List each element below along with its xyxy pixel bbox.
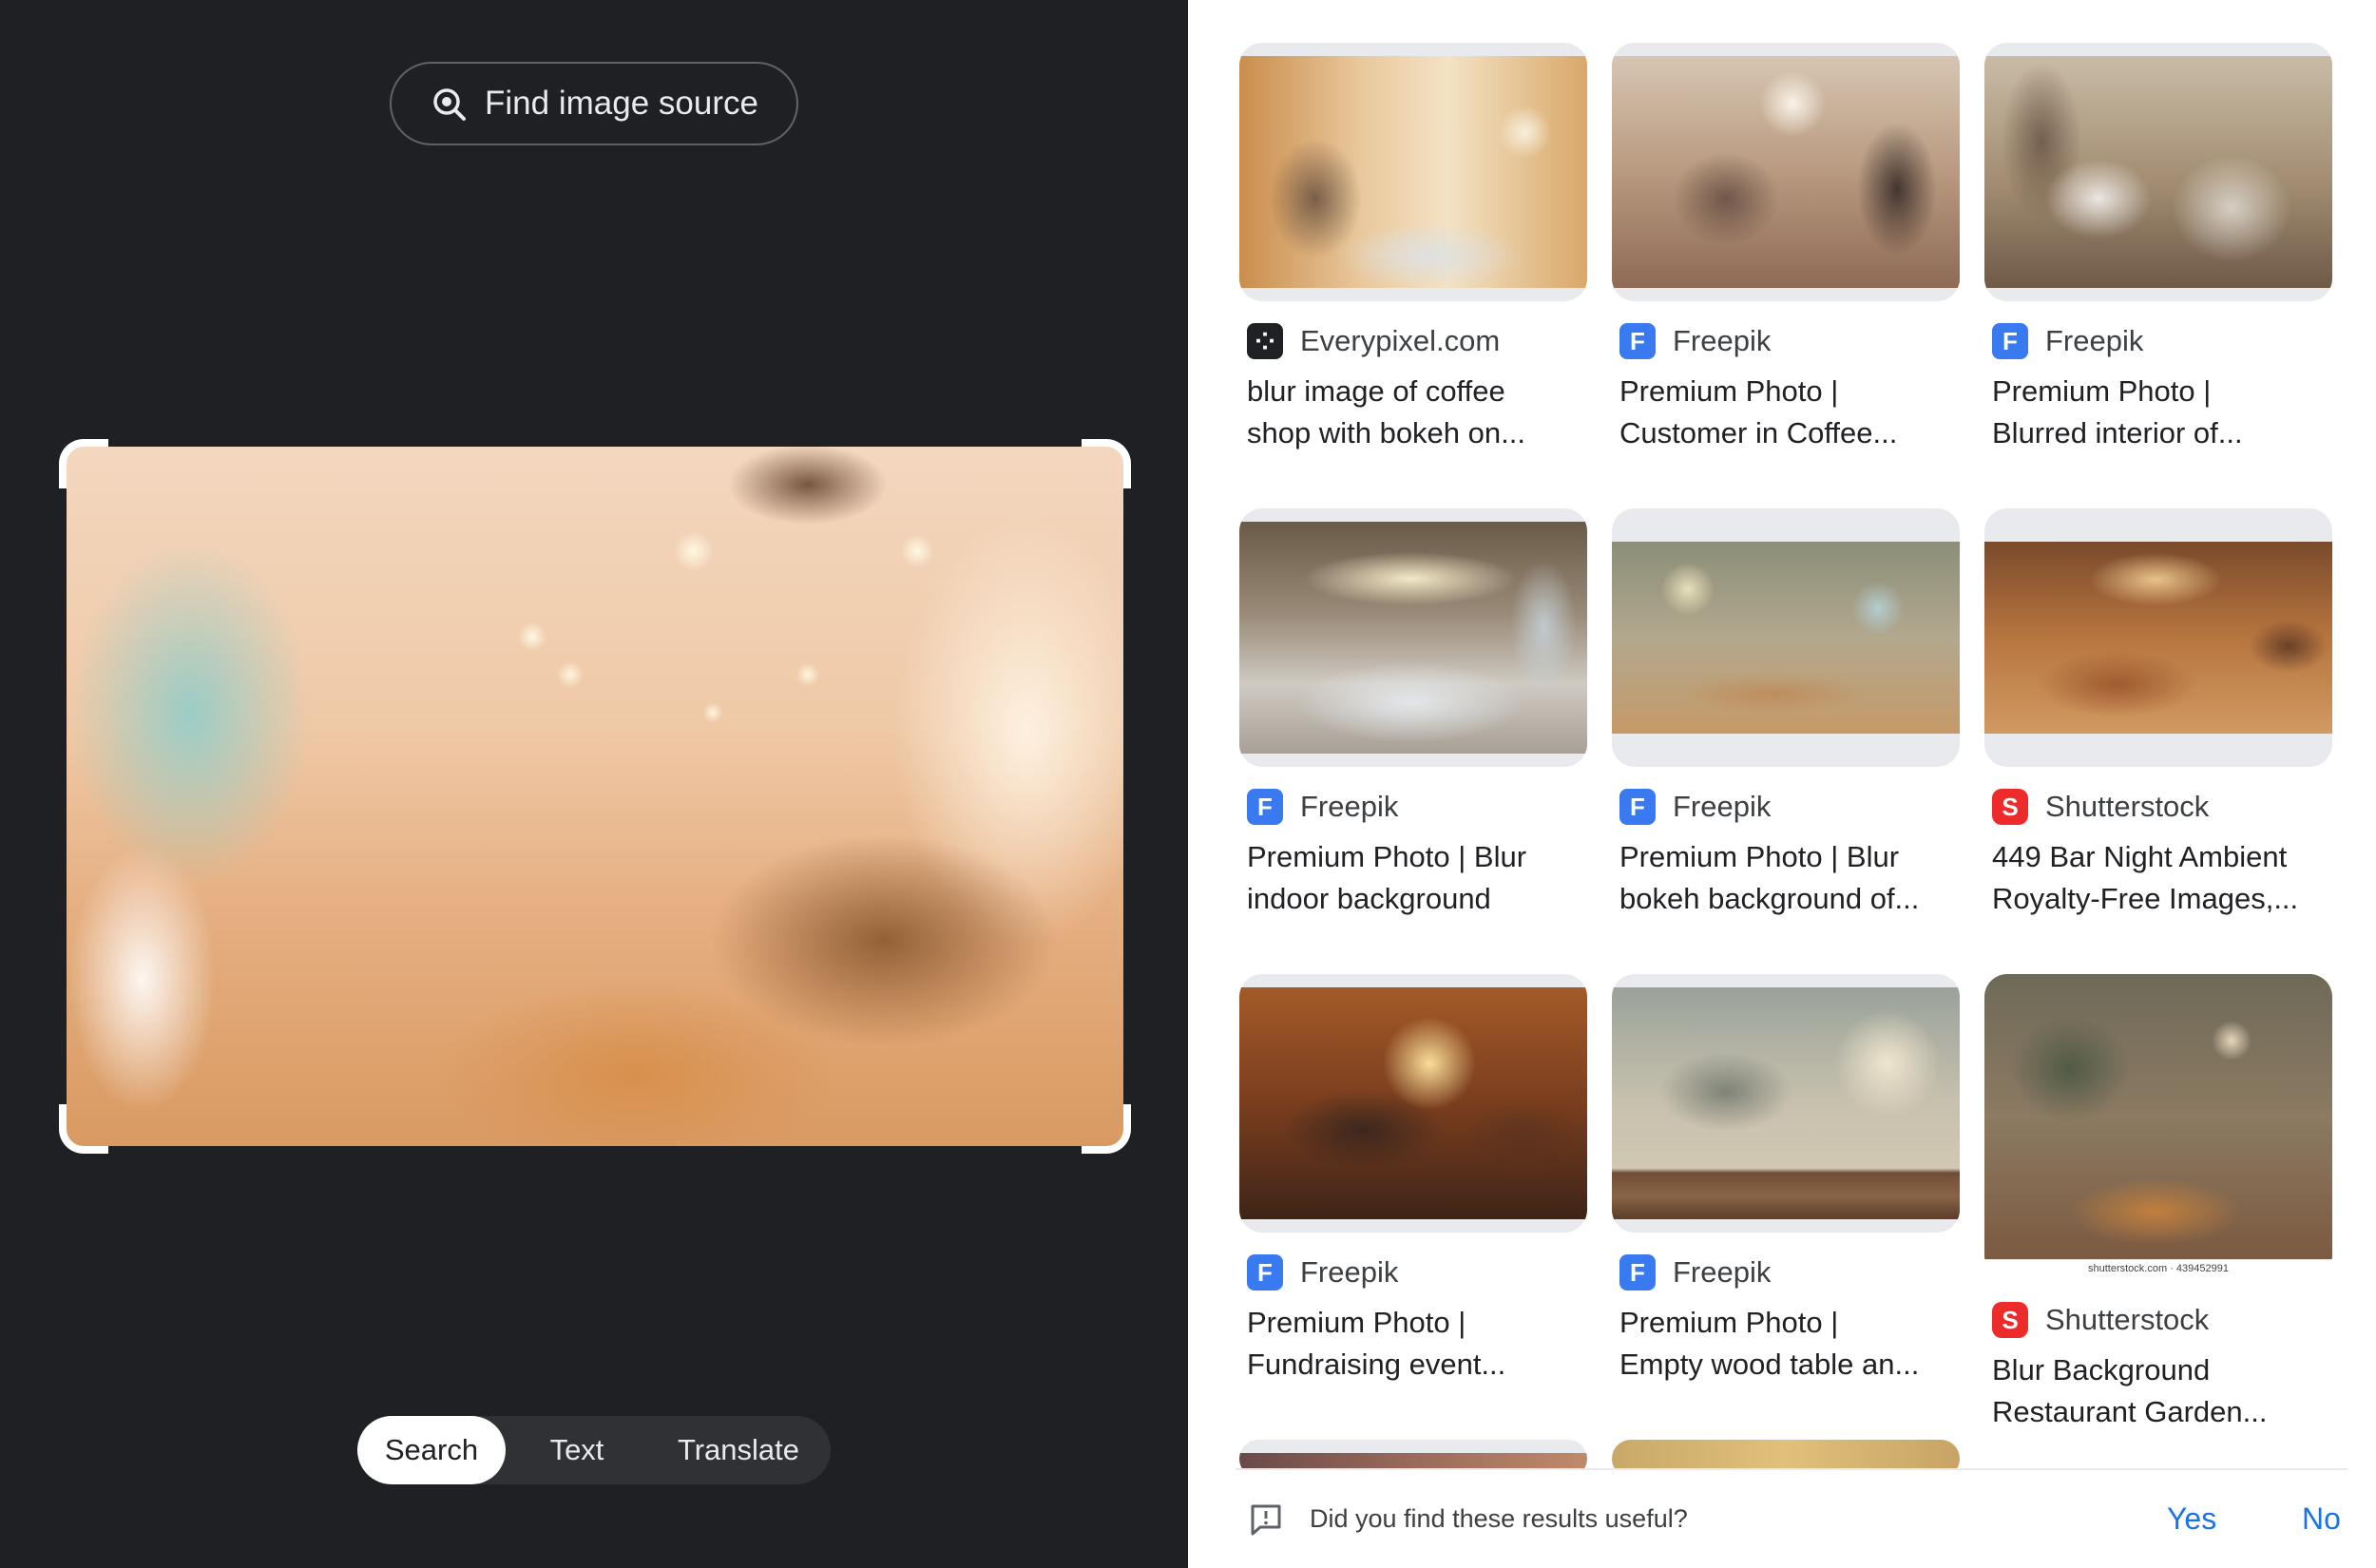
image-crop-area[interactable]	[59, 439, 1131, 1154]
result-card[interactable]: ⁘ Everypixel.com blur image of coffee sho…	[1239, 43, 1587, 449]
result-card[interactable]: F Freepik Premium Photo | Fundraising eve…	[1239, 974, 1587, 1381]
result-card[interactable]: shutterstock.com · 439452991 S Shutterst…	[1984, 974, 2332, 1428]
feedback-question: Did you find these results useful?	[1310, 1504, 1688, 1533]
freepik-icon: F	[1619, 323, 1656, 359]
result-thumbnail[interactable]	[1239, 508, 1587, 767]
mode-switcher: Search Text Translate	[357, 1416, 831, 1484]
result-card[interactable]: F Freepik Premium Photo | Blur bokeh back…	[1612, 508, 1960, 915]
freepik-icon: F	[1992, 323, 2028, 359]
result-title[interactable]: Premium Photo | Blur bokeh background of.…	[1619, 836, 1962, 920]
result-thumbnail[interactable]	[1984, 508, 2332, 767]
crop-handle-top-right[interactable]	[1082, 439, 1131, 488]
crop-handle-top-left[interactable]	[59, 439, 108, 488]
mode-translate-tab[interactable]: Translate	[648, 1416, 829, 1484]
result-source: Everypixel.com	[1300, 324, 1501, 357]
crop-handle-bottom-left[interactable]	[59, 1104, 108, 1154]
result-card[interactable]: F Freepik Premium Photo | Customer in Cof…	[1612, 43, 1960, 449]
result-title[interactable]: Premium Photo | Blurred interior of...	[1992, 371, 2334, 454]
lens-image-panel: Find image source Search Text Translate	[0, 0, 1188, 1568]
shutterstock-watermark: shutterstock.com · 439452991	[1984, 1260, 2332, 1278]
result-thumbnail[interactable]	[1612, 508, 1960, 767]
result-thumbnail[interactable]: shutterstock.com · 439452991	[1984, 974, 2332, 1278]
feedback-icon	[1251, 1504, 1281, 1535]
visual-matches-panel: ⁘ Everypixel.com blur image of coffee sho…	[1188, 0, 2376, 1568]
freepik-icon: F	[1619, 789, 1656, 825]
result-source: Shutterstock	[2045, 1303, 2210, 1336]
result-thumbnail[interactable]	[1984, 43, 2332, 301]
result-source: Freepik	[1300, 1255, 1399, 1289]
freepik-icon: F	[1247, 1254, 1283, 1291]
lens-search-icon	[433, 88, 467, 121]
mode-search-tab[interactable]: Search	[357, 1416, 506, 1484]
feedback-bar: Did you find these results useful? Yes N…	[1236, 1468, 2347, 1568]
feedback-yes-button[interactable]: Yes	[2167, 1501, 2216, 1537]
result-thumbnail[interactable]	[1239, 43, 1587, 301]
result-thumbnail[interactable]	[1239, 974, 1587, 1233]
query-image	[67, 447, 1123, 1146]
result-source: Freepik	[1300, 790, 1399, 823]
result-title[interactable]: Premium Photo | Blur indoor background	[1247, 836, 1589, 920]
result-source: Shutterstock	[2045, 790, 2210, 823]
result-card[interactable]: F Freepik Premium Photo | Blurred interio…	[1984, 43, 2332, 449]
shutterstock-icon: S	[1992, 1302, 2028, 1338]
result-title[interactable]: blur image of coffee shop with bokeh on..…	[1247, 371, 1589, 454]
find-image-source-label: Find image source	[485, 85, 758, 122]
mode-text-tab[interactable]: Text	[506, 1416, 648, 1484]
freepik-icon: F	[1247, 789, 1283, 825]
result-card[interactable]: S Shutterstock 449 Bar Night Ambient Roya…	[1984, 508, 2332, 915]
result-source: Freepik	[1673, 1255, 1772, 1289]
shutterstock-icon: S	[1992, 789, 2028, 825]
result-thumbnail[interactable]	[1612, 43, 1960, 301]
result-title[interactable]: Premium Photo | Fundraising event...	[1247, 1302, 1589, 1386]
result-source: Freepik	[1673, 324, 1772, 357]
everypixel-icon: ⁘	[1247, 323, 1283, 359]
result-title[interactable]: Premium Photo | Empty wood table an...	[1619, 1302, 1962, 1386]
result-card[interactable]: F Freepik Premium Photo | Blur indoor bac…	[1239, 508, 1587, 915]
crop-handle-bottom-right[interactable]	[1082, 1104, 1131, 1154]
result-source: Freepik	[1673, 790, 1772, 823]
result-thumbnail[interactable]	[1612, 974, 1960, 1233]
feedback-no-button[interactable]: No	[2302, 1501, 2341, 1537]
result-card[interactable]: F Freepik Premium Photo | Empty wood tabl…	[1612, 974, 1960, 1381]
freepik-icon: F	[1619, 1254, 1656, 1291]
result-title[interactable]: Blur Background Restaurant Garden...	[1992, 1349, 2334, 1433]
find-image-source-button[interactable]: Find image source	[390, 62, 798, 145]
result-source: Freepik	[2045, 324, 2144, 357]
result-title[interactable]: Premium Photo | Customer in Coffee...	[1619, 371, 1962, 454]
result-title[interactable]: 449 Bar Night Ambient Royalty-Free Images…	[1992, 836, 2334, 920]
